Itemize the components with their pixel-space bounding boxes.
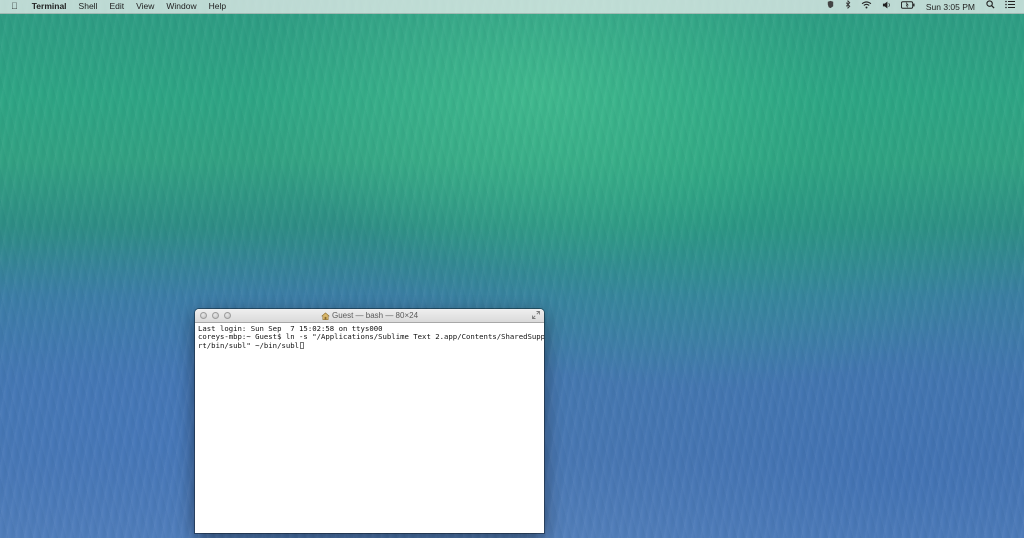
menu-bar:  Terminal Shell Edit View Window Help S… xyxy=(0,0,1024,14)
wifi-icon[interactable] xyxy=(856,0,877,13)
menu-edit[interactable]: Edit xyxy=(103,0,130,13)
terminal-output[interactable]: Last login: Sun Sep 7 15:02:58 on ttys00… xyxy=(195,323,544,533)
text-cursor xyxy=(300,341,305,349)
terminal-line: rt/bin/subl" ~/bin/subl xyxy=(198,340,300,350)
spotlight-search-icon[interactable] xyxy=(981,0,1000,13)
apple-menu-icon[interactable]:  xyxy=(0,0,26,13)
menu-window[interactable]: Window xyxy=(160,0,202,13)
home-folder-icon xyxy=(321,312,330,320)
evernote-icon[interactable] xyxy=(821,0,840,13)
menu-view[interactable]: View xyxy=(130,0,160,13)
notification-center-icon[interactable] xyxy=(1000,0,1020,13)
menu-clock[interactable]: Sun 3:05 PM xyxy=(920,2,981,12)
terminal-input-line: rt/bin/subl" ~/bin/subl xyxy=(198,340,541,350)
fullscreen-icon[interactable] xyxy=(532,311,540,319)
menu-help[interactable]: Help xyxy=(203,0,232,13)
battery-icon[interactable] xyxy=(896,0,920,13)
window-title-area: Guest — bash — 80×24 xyxy=(195,309,544,322)
terminal-titlebar[interactable]: Guest — bash — 80×24 xyxy=(195,309,544,323)
window-title: Guest — bash — 80×24 xyxy=(331,311,419,320)
volume-icon[interactable] xyxy=(877,0,896,13)
terminal-window[interactable]: Guest — bash — 80×24 Last login: Sun Sep… xyxy=(195,309,544,533)
status-area: Sun 3:05 PM xyxy=(821,0,1020,13)
menu-shell[interactable]: Shell xyxy=(73,0,104,13)
bluetooth-icon[interactable] xyxy=(840,0,856,13)
app-menu-terminal[interactable]: Terminal xyxy=(26,0,73,13)
